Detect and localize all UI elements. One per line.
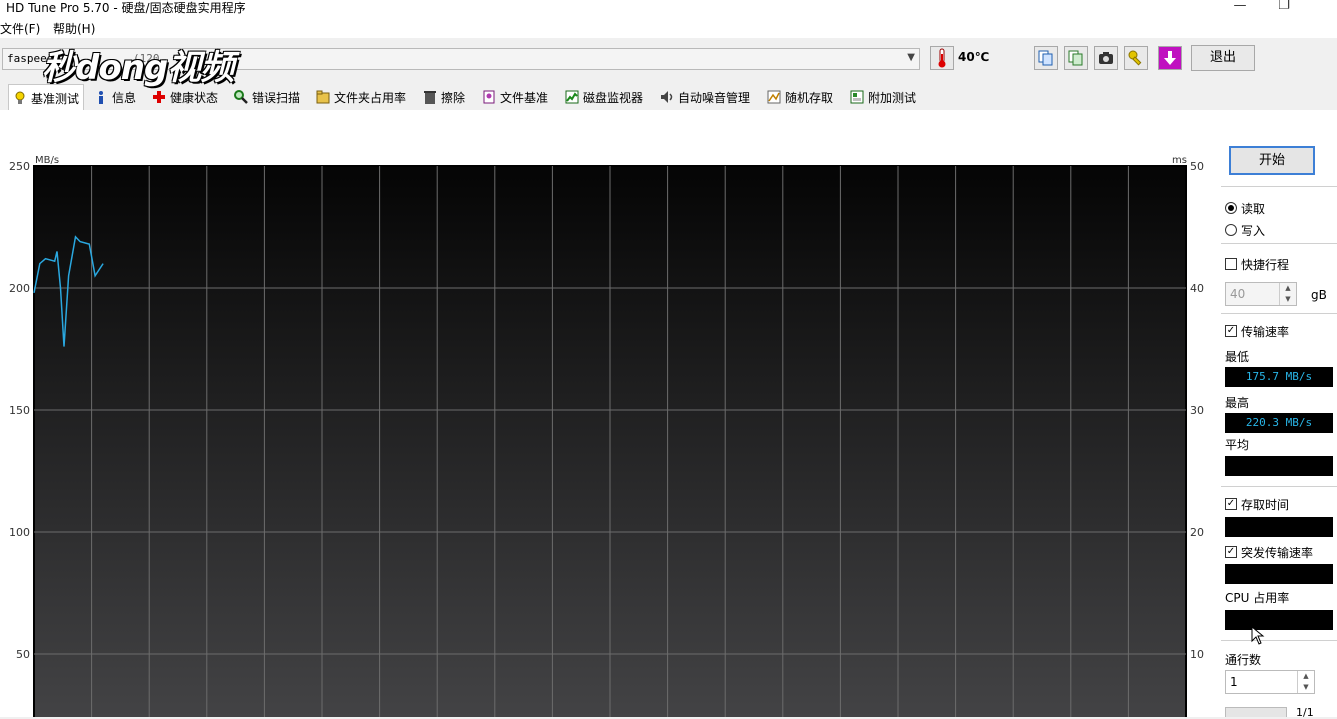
burst-rate-checkbox[interactable]: ✓: [1225, 546, 1237, 558]
chevron-down-icon[interactable]: ▼: [907, 52, 915, 63]
search-icon: [234, 90, 248, 104]
pass-counter: 1/1: [1296, 706, 1314, 719]
read-radio[interactable]: [1225, 202, 1237, 214]
y-tick-right: 20: [1190, 526, 1204, 539]
benchmark-chart: 250 50 200 40 150 30 100 20 50 10 MB/s ms: [9, 155, 1204, 717]
tab-label: 健康状态: [170, 90, 219, 105]
title-bar: HD Tune Pro 5.70 - 硬盘/固态硬盘实用程序 — ❐: [0, 0, 1337, 18]
y-tick-right: 50: [1190, 160, 1204, 173]
tab-label: 磁盘监视器: [583, 90, 644, 105]
cpu-usage-value: [1225, 610, 1333, 630]
write-label: 写入: [1241, 224, 1266, 238]
read-label: 读取: [1241, 202, 1266, 216]
extra-icon: [850, 90, 864, 104]
cpu-usage-label: CPU 占用率: [1225, 591, 1290, 605]
window-title: HD Tune Pro 5.70 - 硬盘/固态硬盘实用程序: [6, 1, 246, 15]
tab-label: 文件基准: [500, 90, 549, 105]
file-icon: [482, 90, 496, 104]
max-value: 220.3 MB/s: [1225, 413, 1333, 433]
min-value: 175.7 MB/s: [1225, 367, 1333, 387]
watermark-logo: 秒dong视频: [42, 48, 234, 88]
tab-label: 错误扫描: [252, 90, 301, 105]
access-time-checkbox[interactable]: ✓: [1225, 498, 1237, 510]
transfer-rate-checkbox[interactable]: ✓: [1225, 325, 1237, 337]
passes-stepper[interactable]: 1 ▲ ▼: [1225, 670, 1315, 694]
min-label: 最低: [1225, 350, 1250, 364]
write-radio[interactable]: [1225, 224, 1237, 236]
health-icon: [152, 90, 166, 104]
mouse-cursor-icon: [1251, 626, 1265, 645]
stepper-arrows-icon[interactable]: ▲ ▼: [1279, 283, 1296, 305]
restore-icon[interactable]: ❐: [1262, 0, 1306, 16]
key-icon[interactable]: [1124, 46, 1148, 70]
menu-bar: 文件(F) 帮助(H): [0, 18, 1337, 38]
tab-extra-tests[interactable]: 附加测试: [850, 86, 916, 108]
exit-button[interactable]: 退出: [1191, 45, 1255, 71]
avg-value: [1225, 456, 1333, 476]
monitor-icon: [565, 90, 579, 104]
tab-label: 信息: [112, 90, 137, 105]
access-time-value: [1225, 517, 1333, 537]
folder-icon: [316, 90, 330, 104]
tab-label: 附加测试: [868, 90, 917, 105]
tab-health[interactable]: 健康状态: [152, 86, 218, 108]
info-icon: [94, 90, 108, 104]
progress-bar: [1225, 707, 1287, 717]
y-tick-left: 50: [16, 648, 30, 661]
minimize-icon[interactable]: —: [1218, 0, 1262, 16]
y-tick-right: 40: [1190, 282, 1204, 295]
tab-erase[interactable]: 擦除: [423, 86, 465, 108]
tab-label: 自动噪音管理: [678, 90, 751, 105]
passes-label: 通行数: [1225, 653, 1262, 667]
camera-icon[interactable]: [1094, 46, 1118, 70]
tab-info[interactable]: 信息: [94, 86, 136, 108]
tab-error-scan[interactable]: 错误扫描: [234, 86, 300, 108]
tab-benchmark[interactable]: 基准测试: [8, 84, 85, 111]
thermometer-icon: [930, 46, 954, 70]
short-stroke-stepper[interactable]: 40 ▲ ▼: [1225, 282, 1297, 306]
short-stroke-label: 快捷行程: [1241, 258, 1290, 272]
speaker-icon: [660, 90, 674, 104]
transfer-rate-label: 传输速率: [1241, 325, 1290, 339]
copy-icon[interactable]: [1034, 46, 1058, 70]
burst-rate-value: [1225, 564, 1333, 584]
y-tick-right: 10: [1190, 648, 1204, 661]
tab-label: 文件夹占用率: [334, 90, 407, 105]
tab-file-benchmark[interactable]: 文件基准: [482, 86, 548, 108]
tab-folder-usage[interactable]: 文件夹占用率: [316, 86, 406, 108]
burst-rate-label: 突发传输速率: [1241, 546, 1314, 560]
tab-label: 擦除: [441, 90, 466, 105]
tab-label: 基准测试: [31, 91, 80, 106]
short-stroke-checkbox[interactable]: [1225, 258, 1237, 270]
y-tick-left: 150: [9, 404, 30, 417]
menu-help[interactable]: 帮助(H): [53, 20, 95, 37]
start-button[interactable]: 开始: [1229, 146, 1315, 175]
max-label: 最高: [1225, 396, 1250, 410]
temperature-readout: 40℃: [958, 50, 990, 64]
y-axis-label-right: ms: [1172, 155, 1187, 166]
benchmark-icon: [13, 91, 27, 105]
menu-file[interactable]: 文件(F): [0, 20, 40, 37]
tab-random-access[interactable]: 随机存取: [767, 86, 833, 108]
tab-noise-management[interactable]: 自动噪音管理: [660, 86, 750, 108]
y-axis-label-left: MB/s: [35, 155, 59, 166]
stepper-arrows-icon[interactable]: ▲ ▼: [1297, 671, 1314, 693]
random-icon: [767, 90, 781, 104]
y-tick-right: 30: [1190, 404, 1204, 417]
avg-label: 平均: [1225, 438, 1250, 452]
download-icon[interactable]: [1158, 46, 1182, 70]
trash-icon: [423, 90, 437, 104]
y-tick-left: 100: [9, 526, 30, 539]
y-tick-left: 250: [9, 160, 30, 173]
copy-all-icon[interactable]: [1064, 46, 1088, 70]
tab-label: 随机存取: [785, 90, 834, 105]
tab-disk-monitor[interactable]: 磁盘监视器: [565, 86, 643, 108]
gb-unit-label: gB: [1311, 288, 1327, 302]
y-tick-left: 200: [9, 282, 30, 295]
access-time-label: 存取时间: [1241, 498, 1290, 512]
